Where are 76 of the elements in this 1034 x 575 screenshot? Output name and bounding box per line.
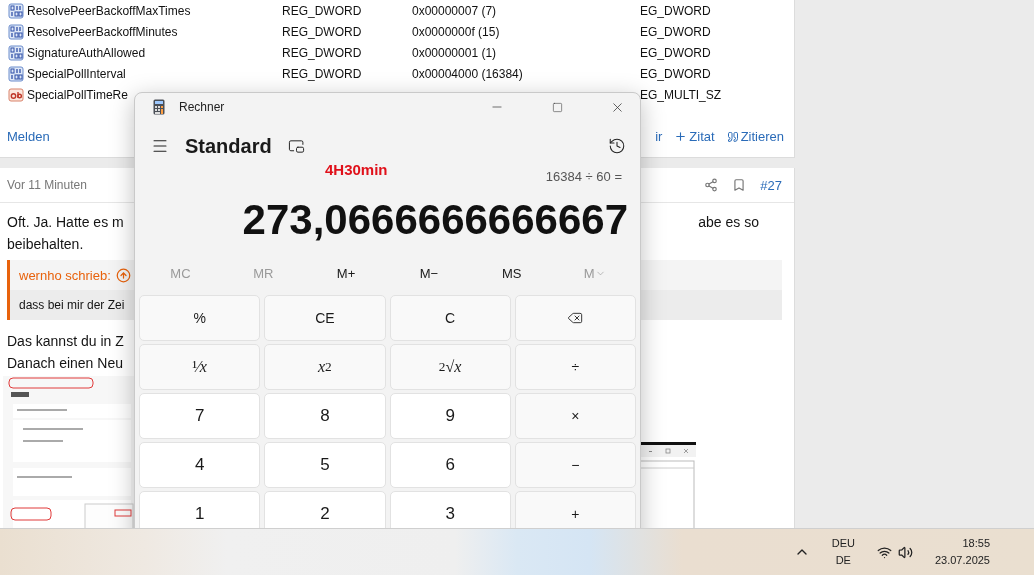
wifi-icon [876, 544, 892, 560]
clock-button[interactable]: 18:55 23.07.2025 [930, 531, 994, 573]
operator-key[interactable]: CE [264, 295, 386, 341]
quote-text: dass bei mir der Zei [19, 298, 125, 312]
post-time: Vor 11 Minuten [7, 178, 87, 192]
report-link[interactable]: Melden [7, 129, 50, 144]
operator-key[interactable]: % [139, 295, 261, 341]
string-value-icon [8, 86, 24, 103]
binary-value-icon [8, 44, 24, 61]
result-display: 273,0666666666667 [242, 196, 628, 243]
calculator-icon [153, 99, 165, 115]
window-title: Rechner [179, 100, 225, 114]
registry-type: REG_DWORD [282, 24, 362, 39]
post-text: Oft. Ja. Hatte es m [7, 213, 124, 232]
digit-key[interactable]: 9 [389, 393, 511, 439]
like-link[interactable]: ir [655, 129, 663, 144]
digit-key[interactable]: 6 [389, 442, 511, 488]
digit-key[interactable]: 8 [264, 393, 386, 439]
digit-key[interactable]: 4 [139, 442, 261, 488]
registry-type: EG_DWORD [640, 24, 711, 39]
digit-key[interactable]: 1 [139, 491, 261, 528]
operator-key[interactable]: − [514, 442, 636, 488]
maximize-icon [551, 101, 563, 113]
bookmark-icon[interactable] [732, 178, 747, 192]
registry-value-name: SpecialPollInterval [27, 66, 127, 81]
digit-key[interactable]: 7 [139, 393, 261, 439]
post-text: Danach einen Neu [7, 354, 123, 373]
registry-data: 0x00000007 (7) [412, 3, 497, 18]
volume-icon [897, 544, 913, 560]
operator-key[interactable]: + [514, 491, 636, 528]
post-text: abe es so [698, 213, 759, 232]
registry-type: EG_DWORD [640, 66, 711, 81]
quote-link[interactable]: Zitat [674, 129, 715, 144]
registry-value-name: ResolvePeerBackoffMaxTimes [27, 3, 192, 18]
menu-icon [151, 137, 169, 155]
plus-icon [674, 130, 688, 143]
registry-data: 0x00004000 (16384) [412, 66, 523, 81]
digit-key[interactable]: 5 [264, 442, 386, 488]
registry-data: 0x0000000f (15) [412, 24, 500, 39]
registry-value-name: SpecialPollTimeRe [27, 87, 129, 102]
expression-text: 16384 ÷ 60 = [545, 169, 622, 184]
annotation-text: 4H30min [325, 161, 388, 178]
registry-value-name: SignatureAuthAllowed [27, 45, 147, 60]
binary-value-icon [8, 2, 24, 19]
backspace-icon [567, 310, 584, 326]
history-icon [608, 137, 626, 155]
post-text: Das kannst du in Z [7, 332, 124, 351]
quote-author: wernho schrieb: [19, 267, 111, 283]
quote-icon [726, 130, 739, 143]
registry-type: EG_DWORD [640, 3, 711, 18]
jump-up-icon[interactable] [115, 267, 131, 283]
memory-button[interactable]: M+ [304, 258, 388, 288]
registry-type: REG_DWORD [282, 3, 362, 18]
registry-type: REG_DWORD [282, 45, 362, 60]
post-number-link[interactable]: #27 [760, 177, 782, 193]
registry-type: EG_DWORD [640, 45, 711, 60]
operator-key[interactable]: × [514, 393, 636, 439]
operator-key[interactable]: C [389, 295, 511, 341]
operator-key[interactable]: ÷ [514, 344, 636, 390]
binary-value-icon [8, 23, 24, 40]
registry-value-name: ResolvePeerBackoffMinutes [27, 24, 179, 39]
input-language-button[interactable]: DEU DE [827, 531, 859, 573]
cite-link[interactable]: Zitieren [726, 129, 784, 144]
registry-data: 0x00000001 (1) [412, 45, 497, 60]
post-text: beibehalten. [7, 235, 84, 254]
memory-button[interactable]: M− [387, 258, 471, 288]
memory-button[interactable]: MS [470, 258, 554, 288]
share-icon[interactable] [704, 178, 719, 192]
mode-title: Standard [185, 134, 272, 158]
registry-type: EG_MULTI_SZ [640, 87, 722, 102]
registry-type: REG_DWORD [282, 66, 362, 81]
digit-key[interactable]: 2 [264, 491, 386, 528]
binary-value-icon [8, 65, 24, 82]
digit-key[interactable]: 3 [389, 491, 511, 528]
operator-key[interactable]: ¹⁄x [139, 344, 261, 390]
keep-on-top-icon [287, 137, 305, 155]
